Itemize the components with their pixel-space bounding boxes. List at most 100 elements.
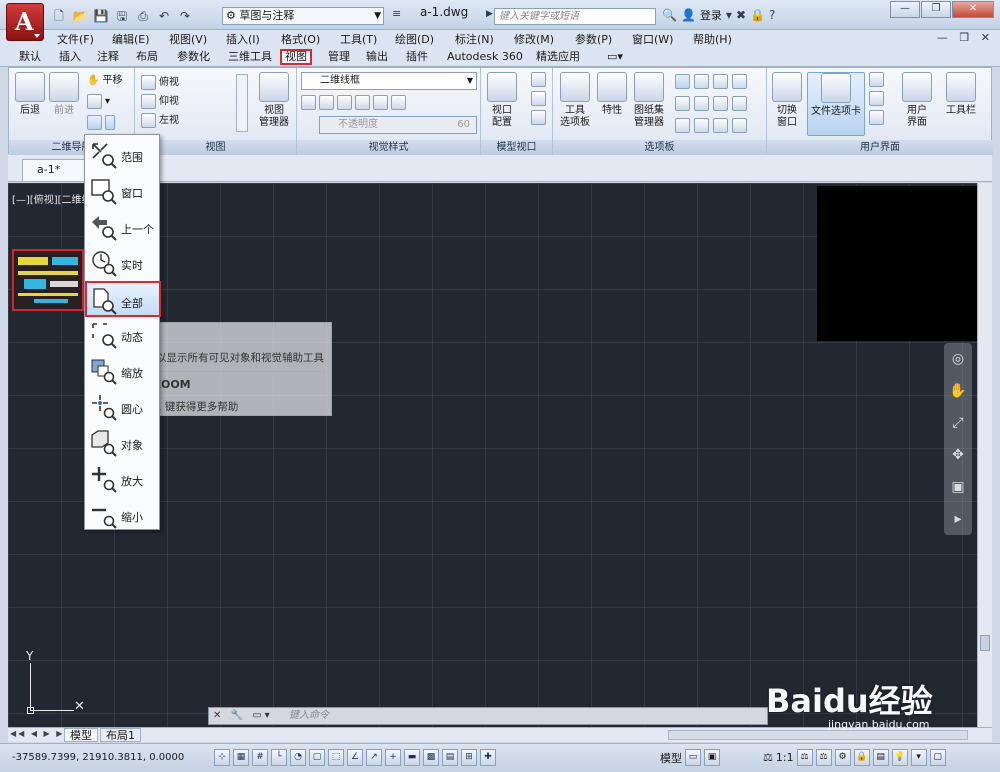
- showmotion-icon[interactable]: ▣: [944, 471, 972, 503]
- pan-button[interactable]: ✋ 平移: [87, 72, 122, 89]
- menu-format[interactable]: 格式(O): [281, 31, 320, 47]
- command-line-tools[interactable]: ✕ 🔧 ▭▾: [213, 708, 273, 724]
- menu-help[interactable]: 帮助(H): [693, 31, 732, 47]
- quick-view-drawings-icon[interactable]: ▣: [704, 749, 720, 766]
- scrollbar-thumb[interactable]: [980, 635, 990, 651]
- tab-parametric[interactable]: 参数化: [174, 49, 213, 65]
- menu-edit[interactable]: 编辑(E): [112, 31, 150, 47]
- command-input[interactable]: 键入命令: [289, 708, 329, 724]
- connect-icon[interactable]: 🔒: [750, 8, 765, 22]
- ribbon-display-toggle-icon[interactable]: ▭▾: [604, 49, 626, 65]
- tab-model[interactable]: 模型: [64, 728, 98, 742]
- tab-plugins[interactable]: 插件: [403, 49, 431, 65]
- tab-insert[interactable]: 插入: [56, 49, 84, 65]
- annotation-scale[interactable]: 1:1: [776, 751, 794, 764]
- horizontal-scrollbar[interactable]: [668, 730, 968, 740]
- nav-bar-menu-icon[interactable]: ▸: [944, 503, 972, 535]
- polar-icon[interactable]: ◔: [290, 749, 306, 766]
- application-menu-button[interactable]: A: [6, 3, 44, 41]
- search-input[interactable]: 键入关键字或短语: [494, 8, 656, 25]
- tab-manage[interactable]: 管理: [325, 49, 353, 65]
- view-top[interactable]: 俯视: [141, 74, 179, 91]
- zoom-window-item[interactable]: 窗口: [87, 173, 159, 209]
- zoom-realtime-item[interactable]: 实时: [87, 245, 159, 281]
- forward-button[interactable]: 前进: [45, 72, 83, 117]
- tab-3d-tools[interactable]: 三维工具: [225, 49, 275, 65]
- orbit-nav-icon[interactable]: ✥: [944, 439, 972, 471]
- view-left[interactable]: 左视: [141, 112, 179, 129]
- user-interface-button[interactable]: 用户 界面: [897, 72, 937, 129]
- infer-constraints-icon[interactable]: ⊹: [214, 749, 230, 766]
- exchange-icon[interactable]: ✖: [736, 8, 746, 22]
- clean-screen-icon[interactable]: ▢: [929, 749, 946, 766]
- viewport-controls[interactable]: [—][俯视][二维线: [12, 191, 92, 206]
- restore-button[interactable]: ❐: [921, 1, 951, 18]
- tool-palettes-button[interactable]: 工具 选项板: [555, 72, 595, 129]
- command-line[interactable]: ✕ 🔧 ▭▾ 键入命令: [208, 707, 768, 725]
- quick-properties-icon[interactable]: ▤: [442, 749, 458, 766]
- steering-wheel-icon[interactable]: ◎: [944, 343, 972, 375]
- osnap-icon[interactable]: ▢: [309, 749, 325, 766]
- new-file-icon[interactable]: 🗋: [50, 7, 68, 25]
- login-link[interactable]: 登录: [700, 7, 722, 23]
- user-icon[interactable]: 👤: [681, 8, 696, 22]
- auto-scale-icon[interactable]: ⚖: [815, 749, 832, 766]
- views-scroll[interactable]: [236, 74, 248, 132]
- lineweight-icon[interactable]: ▬: [404, 749, 420, 766]
- workspace-select[interactable]: ⚙ 草图与注释 ▼: [222, 7, 384, 25]
- tab-view[interactable]: 视图: [280, 49, 312, 65]
- zoom-extents-nav-icon[interactable]: ⤢: [944, 407, 972, 439]
- qat-more-icon[interactable]: ≡: [392, 7, 401, 20]
- viewport-config-button[interactable]: 视口 配置: [483, 72, 521, 129]
- zoom-scale-item[interactable]: 缩放: [87, 353, 159, 389]
- grid-icon[interactable]: #: [252, 749, 268, 766]
- switch-window-button[interactable]: 切换 窗口: [769, 72, 805, 129]
- palette-tools[interactable]: [675, 72, 761, 134]
- close-button[interactable]: ✕: [952, 1, 994, 18]
- view-manager-button[interactable]: 视图 管理器: [253, 72, 295, 129]
- zoom-all-item[interactable]: 全部: [85, 281, 161, 317]
- layout-tools[interactable]: [869, 72, 884, 132]
- tab-featured-apps[interactable]: 精选应用: [533, 49, 583, 65]
- annotation-visibility-icon[interactable]: ⚖: [796, 749, 813, 766]
- open-file-icon[interactable]: 📂: [71, 7, 89, 25]
- quick-view-layouts-icon[interactable]: ▭: [685, 749, 701, 766]
- save-as-icon[interactable]: 🖫: [113, 7, 131, 25]
- dyn-icon[interactable]: +: [385, 749, 401, 766]
- lock-icon[interactable]: 🔒: [853, 749, 870, 766]
- chevron-down-icon[interactable]: ▾: [726, 8, 732, 22]
- viewport-tools[interactable]: [531, 72, 546, 132]
- pan-hand-icon[interactable]: ✋: [944, 375, 972, 407]
- tab-layout[interactable]: 布局: [133, 49, 161, 65]
- properties-button[interactable]: 特性: [597, 72, 627, 117]
- ortho-icon[interactable]: └: [271, 749, 287, 766]
- sheet-set-manager-button[interactable]: 图纸集 管理器: [629, 72, 669, 129]
- hardware-acceleration-icon[interactable]: ▤: [872, 749, 889, 766]
- workspace-switch-icon[interactable]: ⚙: [834, 749, 851, 766]
- snap-icon[interactable]: ▦: [233, 749, 249, 766]
- redo-icon[interactable]: ↷: [176, 7, 194, 25]
- tab-default[interactable]: 默认: [16, 49, 44, 65]
- save-icon[interactable]: 💾: [92, 7, 110, 25]
- search-expand-icon[interactable]: ▶: [486, 9, 493, 19]
- menu-tools[interactable]: 工具(T): [340, 31, 377, 47]
- print-icon[interactable]: ⎙: [134, 7, 152, 25]
- view-bottom[interactable]: 仰视: [141, 93, 179, 110]
- menu-file[interactable]: 文件(F): [57, 31, 94, 47]
- isolate-objects-icon[interactable]: 💡: [891, 749, 908, 766]
- opacity-field[interactable]: 不透明度 60: [319, 116, 477, 134]
- help-icon[interactable]: ?: [769, 8, 775, 22]
- document-window-controls[interactable]: — ❐ ✕: [937, 31, 994, 44]
- transparency-icon[interactable]: ▩: [423, 749, 439, 766]
- binoculars-icon[interactable]: 🔍: [662, 8, 677, 22]
- annotation-monitor-icon[interactable]: ✚: [480, 749, 496, 766]
- menu-draw[interactable]: 绘图(D): [395, 31, 434, 47]
- visual-style-tools[interactable]: [301, 94, 406, 111]
- menu-window[interactable]: 窗口(W): [632, 31, 673, 47]
- tab-layout1[interactable]: 布局1: [100, 728, 141, 742]
- tab-autodesk-360[interactable]: Autodesk 360: [444, 49, 526, 65]
- zoom-extents-item[interactable]: 范围: [87, 137, 159, 173]
- menu-view[interactable]: 视图(V): [169, 31, 207, 47]
- visual-style-select[interactable]: 二维线框 ▼: [301, 72, 477, 90]
- back-button[interactable]: 后退: [11, 72, 49, 117]
